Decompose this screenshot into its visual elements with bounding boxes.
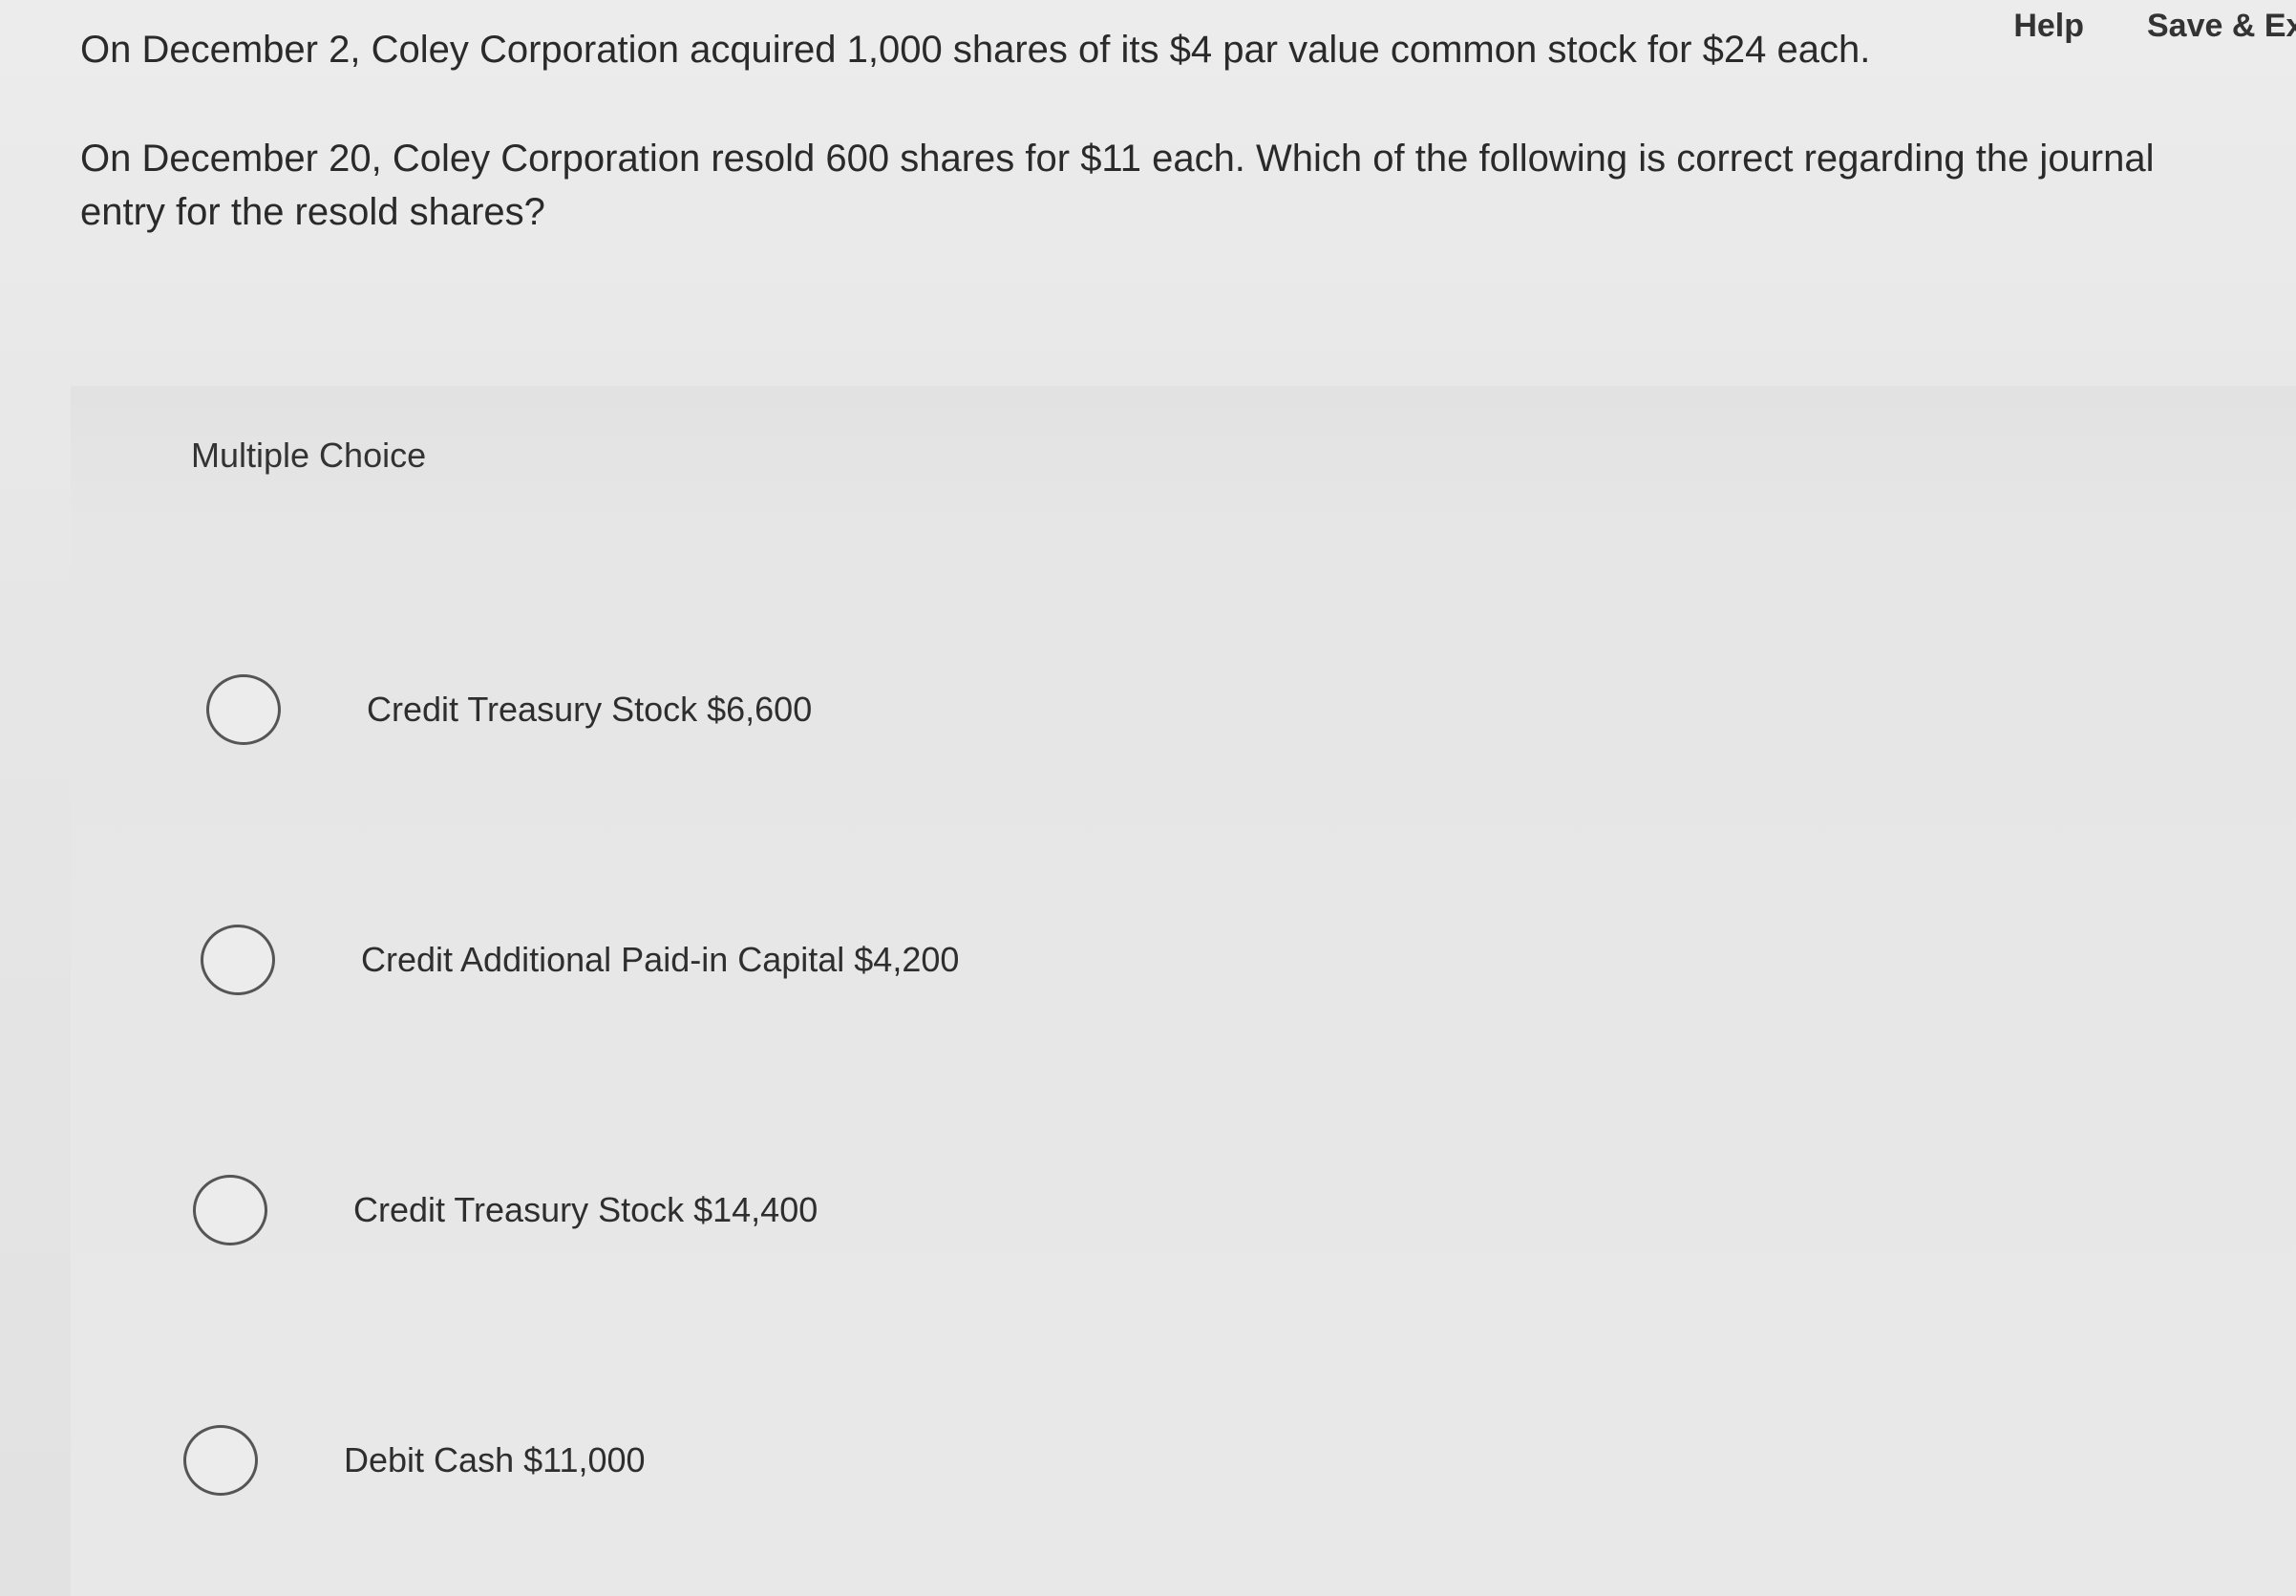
radio-button[interactable] [183,1425,258,1496]
option-label: Credit Treasury Stock $6,600 [367,690,813,729]
question-line-2: On December 20, Coley Corporation resold… [80,138,2155,233]
option-label: Credit Treasury Stock $14,400 [353,1190,818,1229]
question-line-1: On December 2, Coley Corporation acquire… [80,29,1871,71]
option-debit-cash-11000[interactable]: Debit Cash $11,000 [183,1417,646,1503]
radio-button[interactable] [201,925,275,995]
question-text: On December 2, Coley Corporation acquire… [80,23,2239,239]
option-label: Debit Cash $11,000 [344,1440,646,1479]
option-credit-apic-4200[interactable]: Credit Additional Paid-in Capital $4,200 [201,917,959,1003]
radio-button[interactable] [206,674,281,745]
option-label: Credit Additional Paid-in Capital $4,200 [361,940,960,979]
option-credit-treasury-stock-14400[interactable]: Credit Treasury Stock $14,400 [193,1167,818,1253]
option-credit-treasury-stock-6600[interactable]: Credit Treasury Stock $6,600 [206,667,812,753]
multiple-choice-panel: Multiple Choice Credit Treasury Stock $6… [71,386,2296,1596]
radio-button[interactable] [193,1175,267,1245]
options-list: Credit Treasury Stock $6,600 Credit Addi… [71,386,2296,1596]
